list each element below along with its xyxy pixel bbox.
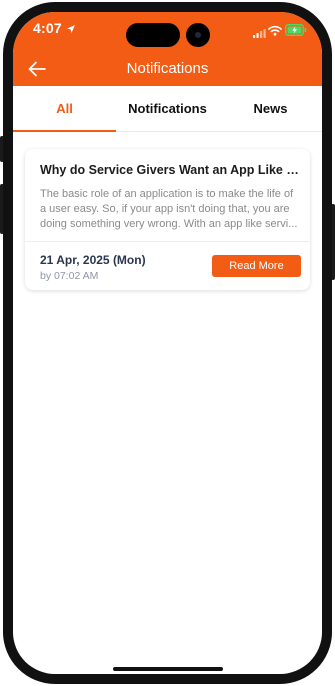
notification-body: The basic role of an application is to m… bbox=[40, 188, 298, 230]
app-header: 4:07 Notifications bbox=[13, 12, 322, 86]
device-mockup: 4:07 Notifications All Notifications New… bbox=[0, 0, 335, 686]
status-time: 4:07 bbox=[33, 20, 62, 36]
card-divider bbox=[25, 241, 310, 242]
notification-card[interactable]: Why do Service Givers Want an App Like t… bbox=[25, 149, 310, 290]
tab-news[interactable]: News bbox=[219, 86, 322, 131]
dynamic-island bbox=[126, 23, 180, 47]
read-more-button[interactable]: Read More bbox=[212, 255, 301, 277]
tab-notifications[interactable]: Notifications bbox=[116, 86, 219, 131]
tab-bar: All Notifications News bbox=[13, 86, 322, 132]
notification-time: by 07:02 AM bbox=[40, 270, 99, 282]
front-camera bbox=[186, 23, 210, 47]
notification-date: 21 Apr, 2025 (Mon) bbox=[40, 253, 146, 267]
signal-icon bbox=[253, 25, 266, 43]
tab-all[interactable]: All bbox=[13, 86, 116, 132]
notification-title: Why do Service Givers Want an App Like t… bbox=[40, 163, 300, 177]
battery-charging-icon bbox=[285, 23, 307, 41]
page-title: Notifications bbox=[126, 60, 209, 77]
screen: 4:07 Notifications All Notifications New… bbox=[13, 12, 322, 674]
wifi-icon bbox=[268, 23, 282, 41]
phone-frame: 4:07 Notifications All Notifications New… bbox=[3, 2, 332, 684]
location-arrow-icon bbox=[66, 21, 76, 39]
home-indicator[interactable] bbox=[113, 667, 223, 671]
